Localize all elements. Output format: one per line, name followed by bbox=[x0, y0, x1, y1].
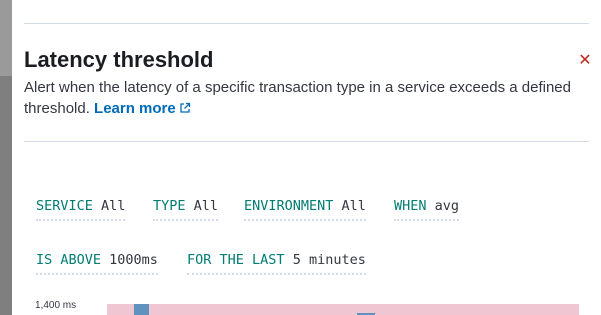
y-axis-tick-label: 1,400 ms bbox=[35, 300, 77, 311]
chart-bar bbox=[134, 304, 149, 315]
threshold-band bbox=[107, 304, 579, 315]
latency-chart bbox=[107, 304, 579, 315]
